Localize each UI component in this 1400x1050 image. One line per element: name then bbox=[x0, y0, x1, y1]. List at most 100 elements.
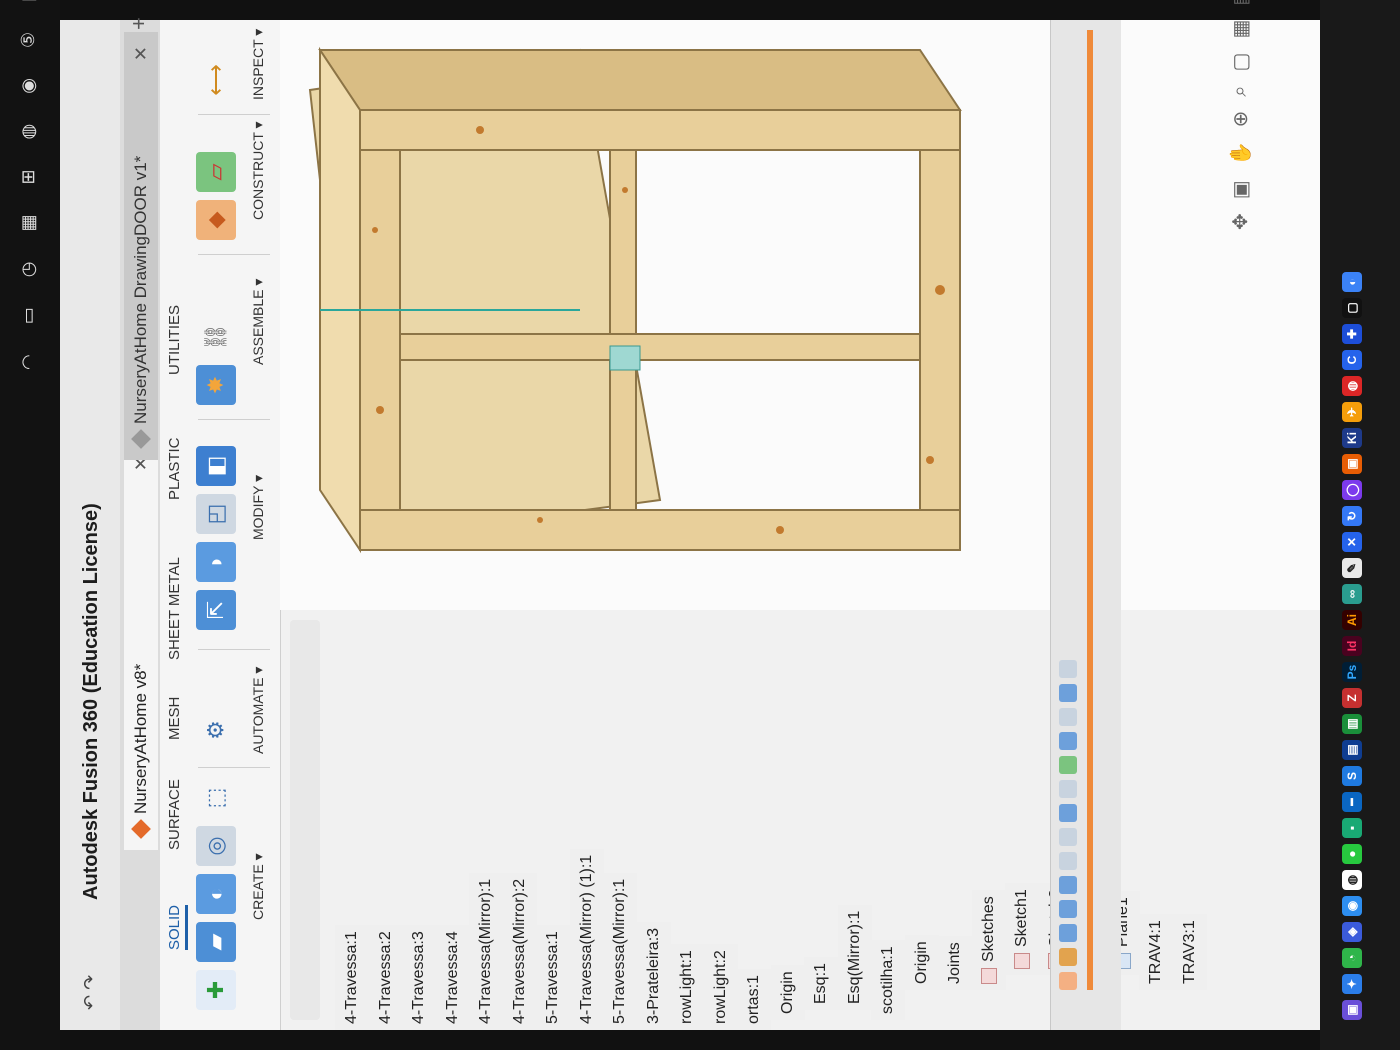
new-component-icon[interactable]: ✸ bbox=[196, 365, 236, 405]
app-icon[interactable]: ▤ bbox=[1342, 740, 1362, 760]
battery-icon[interactable]: ▭ bbox=[18, 307, 39, 324]
browser-item[interactable]: Origin bbox=[904, 935, 939, 990]
timeline-track[interactable] bbox=[1087, 30, 1093, 990]
skype-icon[interactable]: S bbox=[1342, 766, 1362, 786]
browser-item[interactable]: 4-Travessa:2 bbox=[368, 925, 403, 1030]
timeline-feature-icon[interactable] bbox=[1059, 876, 1077, 894]
group-create-label[interactable]: CREATE ▾ bbox=[250, 853, 267, 920]
browser-item[interactable]: 5-Travessa:1 bbox=[536, 925, 570, 1030]
quick-access-toolbar[interactable]: ↶ ↷ bbox=[80, 975, 101, 1010]
timeline-feature-icon[interactable] bbox=[1059, 900, 1077, 918]
timeline-feature-icon[interactable] bbox=[1059, 732, 1077, 750]
browser-item[interactable]: 4-Travessa:3 bbox=[402, 925, 436, 1030]
fillet-icon[interactable]: ◗ bbox=[196, 542, 236, 582]
combine-icon[interactable]: ◧ bbox=[196, 446, 236, 486]
app-icon[interactable]: C bbox=[1342, 350, 1362, 370]
doc-tab-active[interactable]: NurseryAtHome v8* ✕ bbox=[124, 442, 158, 850]
offset-plane-icon[interactable]: ◆ bbox=[196, 200, 236, 240]
app-icon[interactable]: ━ bbox=[1342, 792, 1362, 812]
viewports-icon[interactable]: ▤ bbox=[1228, 0, 1253, 6]
fit-icon[interactable]: ⌕ bbox=[1229, 85, 1252, 96]
timeline-feature-icon[interactable] bbox=[1059, 804, 1077, 822]
app-icon[interactable]: ◉ bbox=[1342, 896, 1362, 916]
undo-icon[interactable]: ↶ bbox=[80, 995, 100, 1010]
app-icon[interactable]: ✎ bbox=[1342, 558, 1362, 578]
browser-item[interactable]: Sketch1 bbox=[1005, 883, 1039, 975]
zoom-icon[interactable]: ⊕ bbox=[1228, 111, 1253, 128]
press-pull-icon[interactable]: ⇱ bbox=[196, 590, 236, 630]
browser-item[interactable]: ortas:1 bbox=[737, 969, 771, 1030]
clock-icon[interactable]: ◷ bbox=[18, 262, 39, 278]
app-icon[interactable]: ◈ bbox=[1342, 922, 1362, 942]
shell-icon[interactable]: ◰ bbox=[196, 494, 236, 534]
timeline-feature-icon[interactable] bbox=[1059, 972, 1077, 990]
browser-item[interactable]: Esq:1 bbox=[804, 957, 838, 1010]
tab-plastic[interactable]: PLASTIC bbox=[166, 437, 183, 500]
browser-item[interactable]: 4-Travessa:1 bbox=[335, 925, 369, 1030]
chrome-icon[interactable]: ◍ bbox=[1342, 870, 1362, 890]
browser-item[interactable]: TRAV3:1 bbox=[1172, 914, 1207, 990]
grid-settings-icon[interactable]: ▦ bbox=[1228, 20, 1253, 39]
timeline-feature-icon[interactable] bbox=[1059, 780, 1077, 798]
tab-utilities[interactable]: UTILITIES bbox=[166, 305, 183, 375]
group-modify-label[interactable]: MODIFY ▾ bbox=[250, 475, 267, 540]
revolve-icon[interactable]: ◐ bbox=[196, 874, 236, 914]
browser-item[interactable]: Joints bbox=[938, 936, 972, 990]
keyboard-icon[interactable]: ▦ bbox=[18, 215, 39, 232]
timeline-feature-icon[interactable] bbox=[1059, 852, 1077, 870]
app-icon[interactable]: ∞ bbox=[1342, 584, 1362, 604]
new-sketch-icon[interactable]: ✚ bbox=[196, 970, 236, 1010]
indesign-icon[interactable]: Id bbox=[1342, 636, 1362, 656]
orbit-icon[interactable]: ✥ bbox=[1228, 213, 1253, 230]
app-icon[interactable]: ✦ bbox=[1342, 974, 1362, 994]
pattern-icon[interactable]: ⬚ bbox=[196, 778, 236, 818]
new-tab-icon[interactable]: + bbox=[126, 17, 152, 30]
group-assemble-label[interactable]: ASSEMBLE ▾ bbox=[250, 279, 267, 365]
teams-icon[interactable]: ▣ bbox=[1342, 1000, 1362, 1020]
joint-marker[interactable] bbox=[609, 345, 641, 371]
timeline-feature-icon[interactable] bbox=[1059, 828, 1077, 846]
close-icon[interactable]: ✕ bbox=[131, 46, 152, 61]
app-icon[interactable]: ◍ bbox=[1342, 376, 1362, 396]
audio-icon[interactable]: ◍ bbox=[18, 124, 39, 140]
tab-mesh[interactable]: MESH bbox=[166, 697, 183, 740]
timeline-feature-icon[interactable] bbox=[1059, 756, 1077, 774]
app-icon[interactable]: ▪ bbox=[1342, 818, 1362, 838]
notification-icon[interactable]: ◉ bbox=[18, 78, 39, 94]
browser-item[interactable]: Sketches bbox=[971, 890, 1006, 990]
app-icon[interactable]: ◯ bbox=[1342, 480, 1362, 500]
tab-sheet-metal[interactable]: SHEET METAL bbox=[166, 557, 183, 660]
group-construct-label[interactable]: CONSTRUCT ▾ bbox=[250, 121, 267, 220]
browser-item[interactable]: 4-Travessa(Mirror) (1):1 bbox=[569, 848, 604, 1030]
app-icon[interactable]: ◐ bbox=[1342, 272, 1362, 292]
whatsapp-icon[interactable]: ◔ bbox=[1342, 948, 1362, 968]
automate-icon[interactable]: ⚙ bbox=[196, 710, 236, 750]
app-icon[interactable]: ● bbox=[1342, 844, 1362, 864]
grid-icon[interactable]: ⊞ bbox=[18, 169, 39, 184]
status-icon[interactable]: ◪ bbox=[18, 0, 39, 2]
browser-item[interactable]: rowLight:1 bbox=[670, 944, 704, 1030]
app-icon[interactable]: ✕ bbox=[1342, 532, 1362, 552]
app-icon[interactable]: ✈ bbox=[1342, 402, 1362, 422]
tab-surface[interactable]: SURFACE bbox=[166, 779, 183, 850]
joint-icon[interactable]: ⛓ bbox=[196, 317, 236, 357]
model-view[interactable] bbox=[280, 20, 1040, 610]
browser-item[interactable]: 4-Travessa(Mirror):1 bbox=[469, 872, 503, 1030]
extrude-icon[interactable]: ▰ bbox=[196, 922, 236, 962]
timeline-feature-icon[interactable] bbox=[1059, 660, 1077, 678]
app-icon[interactable]: ↻ bbox=[1342, 506, 1362, 526]
badge-icon[interactable]: ⑤ bbox=[18, 32, 39, 48]
viewport-canvas[interactable]: ✥ ▣ ✋ ⊕ ⌕ ▢ ▦ ▤ bbox=[280, 0, 1320, 610]
timeline-feature-icon[interactable] bbox=[1059, 684, 1077, 702]
timeline-feature-icon[interactable] bbox=[1059, 924, 1077, 942]
hole-icon[interactable]: ◎ bbox=[196, 826, 236, 866]
tab-solid[interactable]: SOLID bbox=[166, 904, 188, 950]
browser-item[interactable]: TRAV4:1 bbox=[1139, 914, 1173, 990]
redo-icon[interactable]: ↷ bbox=[80, 975, 100, 990]
browser-item[interactable]: 4-Travessa(Mirror):2 bbox=[502, 872, 537, 1030]
doc-tab-drawing[interactable]: NurseryAtHome DrawingDOOR v1* ✕ bbox=[124, 32, 158, 460]
browser-item[interactable]: 3-Prateleira:3 bbox=[636, 921, 671, 1030]
browser-item[interactable]: Esq(Mirror):1 bbox=[837, 904, 872, 1010]
photoshop-icon[interactable]: Ps bbox=[1342, 662, 1362, 682]
group-automate-label[interactable]: AUTOMATE ▾ bbox=[250, 667, 267, 754]
